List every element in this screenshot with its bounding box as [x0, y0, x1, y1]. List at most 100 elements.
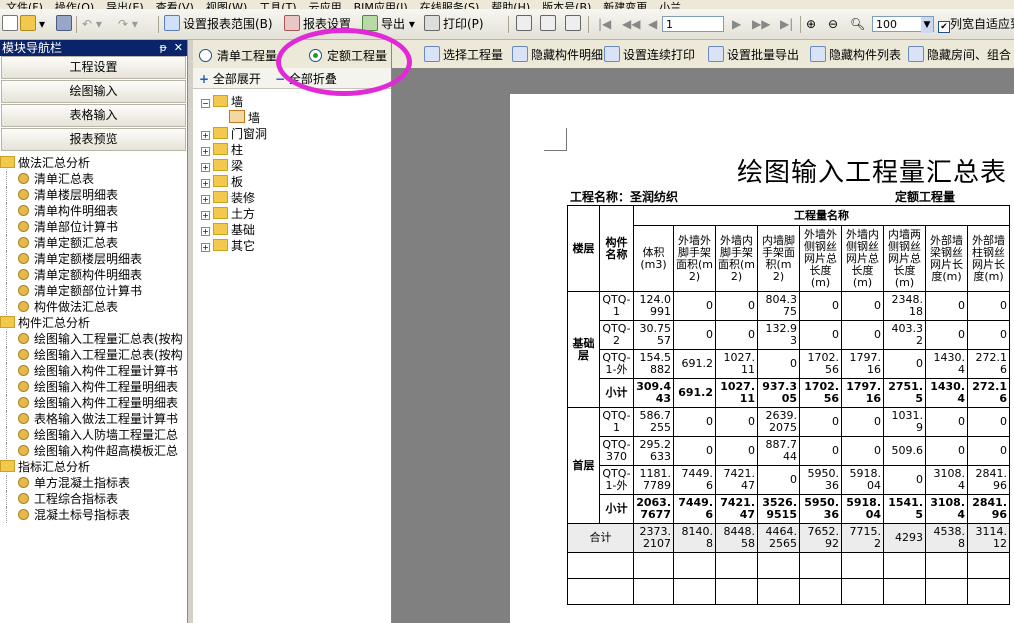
- table-row: QTQ-1-外 154.5882 691.2 1027.11 0 1702.56 1797.…: [568, 349, 1010, 379]
- zoom-out-icon[interactable]: ⊖: [828, 15, 838, 33]
- tree-node-folder[interactable]: + 基础: [201, 222, 391, 238]
- multi-page-icon[interactable]: [565, 15, 584, 33]
- radio-off-icon: [199, 49, 212, 62]
- tool-icon: [908, 46, 924, 62]
- total-value: 4293: [883, 523, 926, 553]
- tree-item[interactable]: 清单构件明细表: [0, 203, 187, 219]
- tool-label: 隐藏房间、组合: [927, 48, 1012, 62]
- tree-node-folder[interactable]: + 柱: [201, 142, 391, 158]
- prev-page-icon[interactable]: ◀: [648, 15, 657, 33]
- report-gear-icon: [18, 413, 29, 424]
- value-cell: 0: [883, 465, 926, 495]
- value-cell: 5918.04: [841, 494, 884, 524]
- table-row: QTQ-370 295.2633 0 0 887.744 0 0 509.6 0 0: [568, 436, 1010, 466]
- tree-item[interactable]: 绘图输入工程量汇总表(按构: [0, 331, 187, 347]
- two-page-icon[interactable]: [540, 15, 559, 33]
- tree-node-folder[interactable]: + 其它: [201, 238, 391, 254]
- header-column: 外墙外侧钢丝网片总长度(m): [799, 225, 842, 292]
- tree-node-folder[interactable]: + 梁: [201, 158, 391, 174]
- report-gear-icon: [18, 445, 29, 456]
- tree-group[interactable]: 构件汇总分析: [0, 315, 187, 331]
- tree-item[interactable]: 绘图输入构件超高模板汇总: [0, 443, 187, 459]
- expand-all-button[interactable]: + 全部展开: [199, 70, 261, 87]
- folder-label: 基础: [231, 223, 256, 237]
- nav-button[interactable]: 工程设置: [1, 56, 186, 79]
- value-cell: 0: [841, 320, 884, 350]
- tree-node-wall[interactable]: − 墙: [201, 94, 391, 110]
- pin-icon[interactable]: ᵽ: [159, 41, 166, 54]
- prev-fast-icon[interactable]: ◀◀: [622, 15, 640, 33]
- tree-node-folder[interactable]: + 装修: [201, 190, 391, 206]
- redo-icon[interactable]: ↷ ▾: [118, 15, 138, 33]
- tree-item[interactable]: 清单定额汇总表: [0, 235, 187, 251]
- report-gear-icon: [18, 173, 29, 184]
- single-page-icon[interactable]: [516, 15, 535, 33]
- empty-cell: [841, 578, 884, 605]
- tree-group[interactable]: 做法汇总分析: [0, 155, 187, 171]
- zoom-in-icon[interactable]: ⊕: [806, 15, 816, 33]
- value-cell: 5950.36: [799, 465, 842, 495]
- nav-button[interactable]: 表格输入: [1, 104, 186, 127]
- report-gear-icon: [18, 333, 29, 344]
- undo-icon[interactable]: ↶ ▾: [82, 15, 102, 33]
- page-number-input[interactable]: 1: [662, 16, 724, 32]
- tree-item[interactable]: 清单定额构件明细表: [0, 267, 187, 283]
- new-file-icon[interactable]: [2, 15, 21, 33]
- first-page-icon[interactable]: |◀: [598, 15, 611, 33]
- tree-item[interactable]: 工程综合指标表: [0, 491, 187, 507]
- auto-fit-checkbox[interactable]: ✔列宽自适应到: [938, 15, 1014, 33]
- tree-item[interactable]: 绘图输入人防墙工程量汇总: [0, 427, 187, 443]
- close-icon[interactable]: ✕: [174, 41, 183, 54]
- save-icon[interactable]: [56, 15, 75, 33]
- tree-item[interactable]: 清单定额楼层明细表: [0, 251, 187, 267]
- report-gear-icon: [18, 397, 29, 408]
- tree-item[interactable]: 清单楼层明细表: [0, 187, 187, 203]
- value-cell: 154.5882: [633, 349, 674, 379]
- total-value: 2373.2107: [633, 523, 674, 553]
- value-cell: 1031.9: [883, 407, 926, 437]
- preview-toolbar-button[interactable]: 隐藏房间、组合: [908, 46, 1011, 63]
- value-cell: 0: [925, 436, 968, 466]
- preview-toolbar-button[interactable]: 设置批量导出: [708, 46, 799, 63]
- tree-item[interactable]: 单方混凝土指标表: [0, 475, 187, 491]
- print-button[interactable]: 打印(P): [424, 15, 484, 33]
- last-page-icon[interactable]: ▶|: [780, 15, 793, 33]
- preview-toolbar-button[interactable]: 设置连续打印: [604, 46, 695, 63]
- empty-cell: [715, 552, 758, 579]
- preview-toolbar-button[interactable]: 选择工程量: [424, 46, 503, 63]
- tree-group[interactable]: 指标汇总分析: [0, 459, 187, 475]
- tree-item[interactable]: 绘图输入构件工程量明细表: [0, 379, 187, 395]
- zoom-input[interactable]: 100 ▼: [872, 16, 934, 33]
- tree-node-folder[interactable]: + 板: [201, 174, 391, 190]
- tree-item[interactable]: 表格输入做法工程量计算书: [0, 411, 187, 427]
- tree-item[interactable]: 清单汇总表: [0, 171, 187, 187]
- tree-node-folder[interactable]: + 门窗洞: [201, 126, 391, 142]
- tree-item[interactable]: 清单定额部位计算书: [0, 283, 187, 299]
- wall-grid-icon: [229, 110, 245, 123]
- tree-item[interactable]: 绘图输入工程量汇总表(按构: [0, 347, 187, 363]
- report-gear-icon: [18, 477, 29, 488]
- tree-item[interactable]: 绘图输入构件工程量计算书: [0, 363, 187, 379]
- preview-toolbar-button[interactable]: 隐藏构件列表: [810, 46, 901, 63]
- preview-toolbar-button[interactable]: 隐藏构件明细: [512, 46, 603, 63]
- tree-item[interactable]: 混凝土标号指标表: [0, 507, 187, 523]
- tool-icon: [810, 46, 826, 62]
- nav-button[interactable]: 绘图输入: [1, 80, 186, 103]
- list-quantity-radio[interactable]: 清单工程量: [199, 47, 277, 64]
- tree-node-wall-child[interactable]: 墙: [201, 110, 391, 126]
- value-cell: 0: [799, 407, 842, 437]
- tree-item[interactable]: 绘图输入构件工程量明细表: [0, 395, 187, 411]
- nav-button[interactable]: 报表预览: [1, 128, 186, 151]
- component-panel: 清单工程量 定额工程量 + 全部展开 − 全部折叠 − 墙 墙 + 门窗洞 + 柱 + 梁 +…: [193, 40, 392, 623]
- next-fast-icon[interactable]: ▶▶: [752, 15, 770, 33]
- report-range-button[interactable]: 设置报表范围(B): [164, 15, 273, 33]
- next-page-icon[interactable]: ▶: [732, 15, 741, 33]
- report-gear-icon: [18, 301, 29, 312]
- tree-item[interactable]: 构件做法汇总表: [0, 299, 187, 315]
- open-folder-icon[interactable]: ▾: [20, 15, 45, 33]
- tree-node-folder[interactable]: + 土方: [201, 206, 391, 222]
- empty-row: [567, 578, 1010, 605]
- value-cell: 7449.6: [673, 494, 716, 524]
- magnifier-icon[interactable]: 🔍︎: [850, 15, 865, 33]
- tree-item[interactable]: 清单部位计算书: [0, 219, 187, 235]
